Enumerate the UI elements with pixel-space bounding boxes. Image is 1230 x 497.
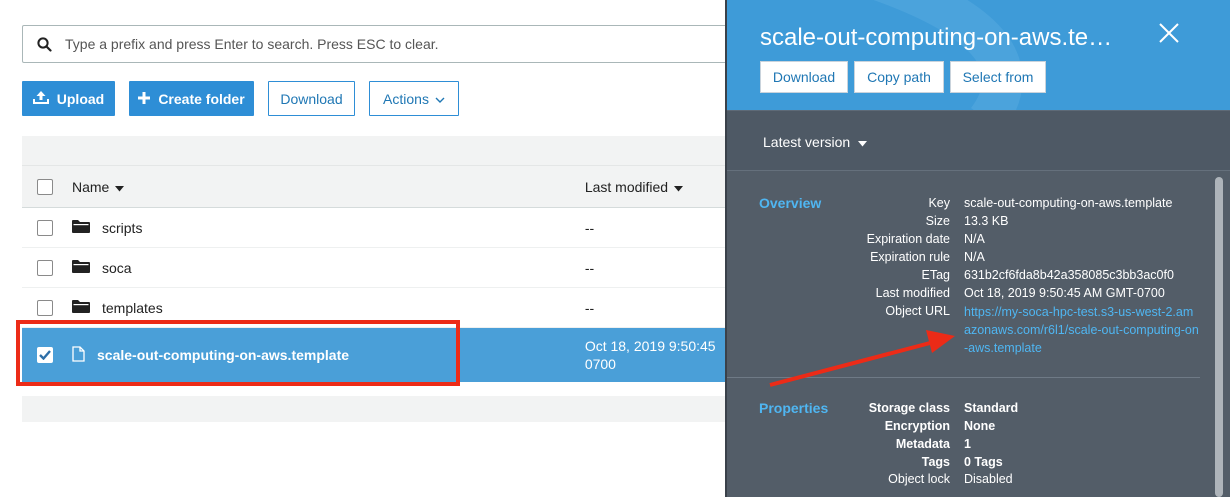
last-modified-column-header[interactable]: Last modified [585,179,742,195]
close-icon[interactable] [1158,22,1180,49]
panel-download-label: Download [772,69,836,85]
section-divider [727,377,1200,378]
copy-path-label: Copy path [867,69,931,85]
row-last-modified: -- [584,299,595,316]
last-modified-value: Oct 18, 2019 9:50:45 AM GMT-0700 [964,286,1165,300]
caret-down-icon [858,134,868,150]
metadata-label: Metadata [895,437,950,451]
key-label: Key [928,196,950,210]
object-detail-panel: scale-out-computing-on-aws.te… Download … [725,0,1230,497]
name-cell: soca [72,259,585,276]
row-name[interactable]: templates [102,300,163,316]
properties-section-title: Properties [759,400,829,416]
search-icon [23,36,65,52]
row-checkbox[interactable] [37,259,53,276]
expiration-rule-value: N/A [964,250,985,264]
select-from-button[interactable]: Select from [950,61,1046,93]
expiration-date-value: N/A [964,232,985,246]
encryption-value: None [964,419,996,433]
panel-body: Overview Key scale-out-computing-on-aws.… [727,170,1230,497]
size-value: 13.3 KB [964,214,1009,228]
encryption-label: Encryption [884,419,950,433]
name-column-header[interactable]: Name [72,179,585,195]
tags-value: 0 Tags [964,455,1003,469]
upload-label: Upload [56,90,105,107]
select-all-checkbox[interactable] [37,178,53,195]
size-label: Size [925,214,950,228]
upload-icon [32,90,49,107]
folder-icon [72,299,90,316]
storage-class-label: Storage class [868,401,950,415]
version-label: Latest version [763,134,851,150]
download-label: Download [280,90,343,107]
s3-console: Upload Create folder Download Actions Na… [0,0,1230,497]
table-row[interactable]: soca -- [22,248,742,288]
select-from-label: Select from [962,69,1034,85]
annotation-highlight-box [16,320,460,386]
key-value: scale-out-computing-on-aws.template [964,196,1173,210]
actions-dropdown[interactable]: Actions [369,81,459,116]
expiration-date-label: Expiration date [866,232,950,246]
panel-scrollbar[interactable] [1215,177,1223,497]
tags-label: Tags [921,455,950,469]
version-dropdown[interactable]: Latest version [763,134,868,150]
sort-caret-icon [674,179,684,195]
name-cell: scripts [72,219,585,236]
create-folder-label: Create folder [158,90,245,107]
sort-caret-icon [115,179,125,195]
row-checkbox[interactable] [37,299,53,316]
copy-path-button[interactable]: Copy path [854,61,944,93]
row-last-modified-line1: Oct 18, 2019 9:50:45 [584,338,716,354]
actions-label: Actions [383,90,429,107]
plus-icon [138,91,151,107]
metadata-value: 1 [964,437,971,451]
panel-download-button[interactable]: Download [760,61,848,93]
overview-section-title: Overview [759,195,822,211]
object-url-link[interactable]: https://my-soca-hpc-test.s3-us-west-2.am… [964,303,1200,357]
folder-icon [72,219,90,236]
table-header: Name Last modified [22,166,742,208]
expiration-rule-label: Expiration rule [870,250,950,264]
row-name[interactable]: scripts [102,220,142,236]
row-name[interactable]: soca [102,260,132,276]
row-last-modified-line2: 0700 [584,356,616,372]
search-box[interactable] [22,25,742,63]
panel-header: scale-out-computing-on-aws.te… Download … [727,0,1230,110]
upload-button[interactable]: Upload [22,81,115,116]
etag-value: 631b2cf6fda8b42a358085c3bb3ac0f0 [964,268,1174,282]
name-header-label: Name [72,178,110,195]
download-button[interactable]: Download [268,81,355,116]
table-row[interactable]: scripts -- [22,208,742,248]
last-modified-label: Last modified [875,286,950,300]
row-last-modified: Oct 18, 2019 9:50:45 0700 [585,337,742,373]
etag-label: ETag [921,268,951,282]
last-modified-header-label: Last modified [584,178,669,195]
name-cell: templates [72,299,585,316]
version-bar: Latest version [727,110,1230,170]
header-swirl-decoration [873,0,1023,110]
storage-class-value: Standard [964,401,1019,415]
search-input[interactable] [65,36,741,52]
chevron-down-icon [435,91,445,107]
object-lock-label: Object lock [888,472,950,486]
table-band [22,136,742,166]
folder-icon [72,259,90,276]
table-footer [22,396,742,422]
panel-title: scale-out-computing-on-aws.te… [760,24,1113,51]
row-last-modified: -- [584,259,595,276]
object-url-label: Object URL [885,304,950,318]
create-folder-button[interactable]: Create folder [129,81,254,116]
object-lock-value: Disabled [964,472,1013,486]
row-checkbox[interactable] [37,219,53,236]
row-last-modified: -- [584,219,595,236]
